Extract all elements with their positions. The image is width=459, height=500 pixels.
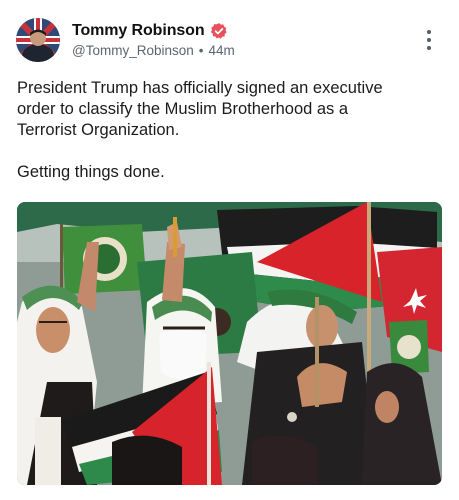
- verified-badge-icon: [210, 22, 228, 40]
- protest-photo: [17, 202, 442, 485]
- meta-separator: •: [198, 43, 204, 58]
- post-image[interactable]: [17, 202, 442, 485]
- post-timestamp[interactable]: 44m: [209, 43, 235, 58]
- post-paragraph: Getting things done.: [17, 163, 165, 181]
- author-names: Tommy Robinson @Tommy_Robinson • 44m: [72, 22, 235, 58]
- author-display-name[interactable]: Tommy Robinson: [72, 22, 205, 40]
- avatar-photo: [16, 18, 60, 62]
- author-handle[interactable]: @Tommy_Robinson: [72, 43, 194, 58]
- post-paragraph: President Trump has officially signed an…: [17, 79, 383, 139]
- post-card: Tommy Robinson @Tommy_Robinson • 44m Pre…: [0, 0, 459, 500]
- post-header: Tommy Robinson @Tommy_Robinson • 44m: [16, 16, 443, 64]
- post-body: President Trump has officially signed an…: [17, 78, 437, 183]
- avatar[interactable]: [16, 18, 60, 62]
- meta-row: @Tommy_Robinson • 44m: [72, 43, 235, 58]
- vertical-ellipsis-icon[interactable]: [421, 28, 437, 52]
- name-row: Tommy Robinson: [72, 22, 235, 40]
